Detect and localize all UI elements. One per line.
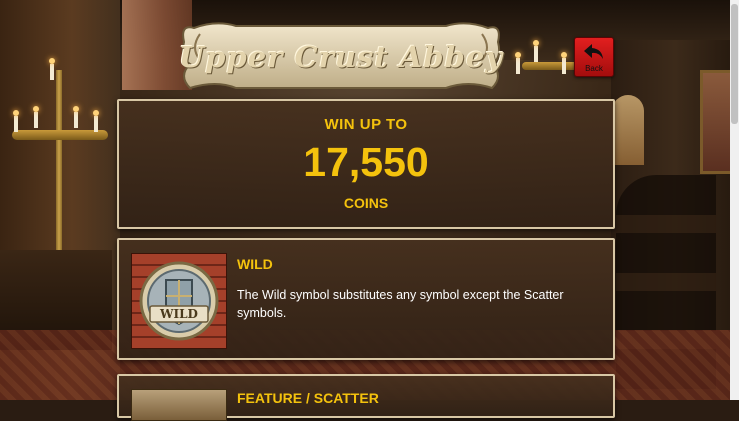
wild-title: WILD bbox=[237, 256, 273, 272]
win-amount: 17,550 bbox=[303, 139, 429, 185]
candle-icon bbox=[33, 106, 39, 128]
candle-icon bbox=[93, 110, 99, 132]
scatter-symbol-icon bbox=[131, 389, 227, 421]
candle-icon bbox=[49, 58, 55, 80]
win-unit: COINS bbox=[343, 195, 389, 211]
back-arrow-icon bbox=[584, 44, 603, 59]
wild-symbol-tile: WILD bbox=[131, 253, 227, 349]
wild-description: The Wild symbol substitutes any symbol e… bbox=[237, 288, 564, 320]
symbol-panel-wild: WILD WILD The Wild symbol substitutes an… bbox=[117, 238, 615, 360]
candle-icon bbox=[73, 106, 79, 128]
wild-icon-text: WILD bbox=[159, 307, 198, 321]
symbol-panel-scatter: FEATURE / SCATTER bbox=[117, 374, 615, 421]
candle-icon bbox=[515, 52, 521, 74]
game-title: Upper Crust Abbey bbox=[178, 40, 504, 74]
back-button[interactable]: Back bbox=[574, 37, 614, 77]
scatter-title: FEATURE / SCATTER bbox=[237, 390, 379, 406]
scrollbar[interactable] bbox=[730, 0, 739, 400]
candle-icon bbox=[533, 40, 539, 62]
title-banner: Upper Crust Abbey bbox=[176, 18, 506, 96]
wild-shield-icon: WILD bbox=[139, 261, 219, 341]
back-button-label: Back bbox=[585, 64, 603, 73]
candle-icon bbox=[13, 110, 19, 132]
win-heading: WIN UP TO bbox=[324, 116, 408, 133]
scrollbar-thumb[interactable] bbox=[731, 4, 738, 124]
candelabra-stem bbox=[56, 70, 62, 250]
arched-window bbox=[612, 95, 644, 165]
candle-icon bbox=[561, 52, 567, 74]
max-win-panel: WIN UP TO 17,550 COINS bbox=[117, 99, 615, 229]
